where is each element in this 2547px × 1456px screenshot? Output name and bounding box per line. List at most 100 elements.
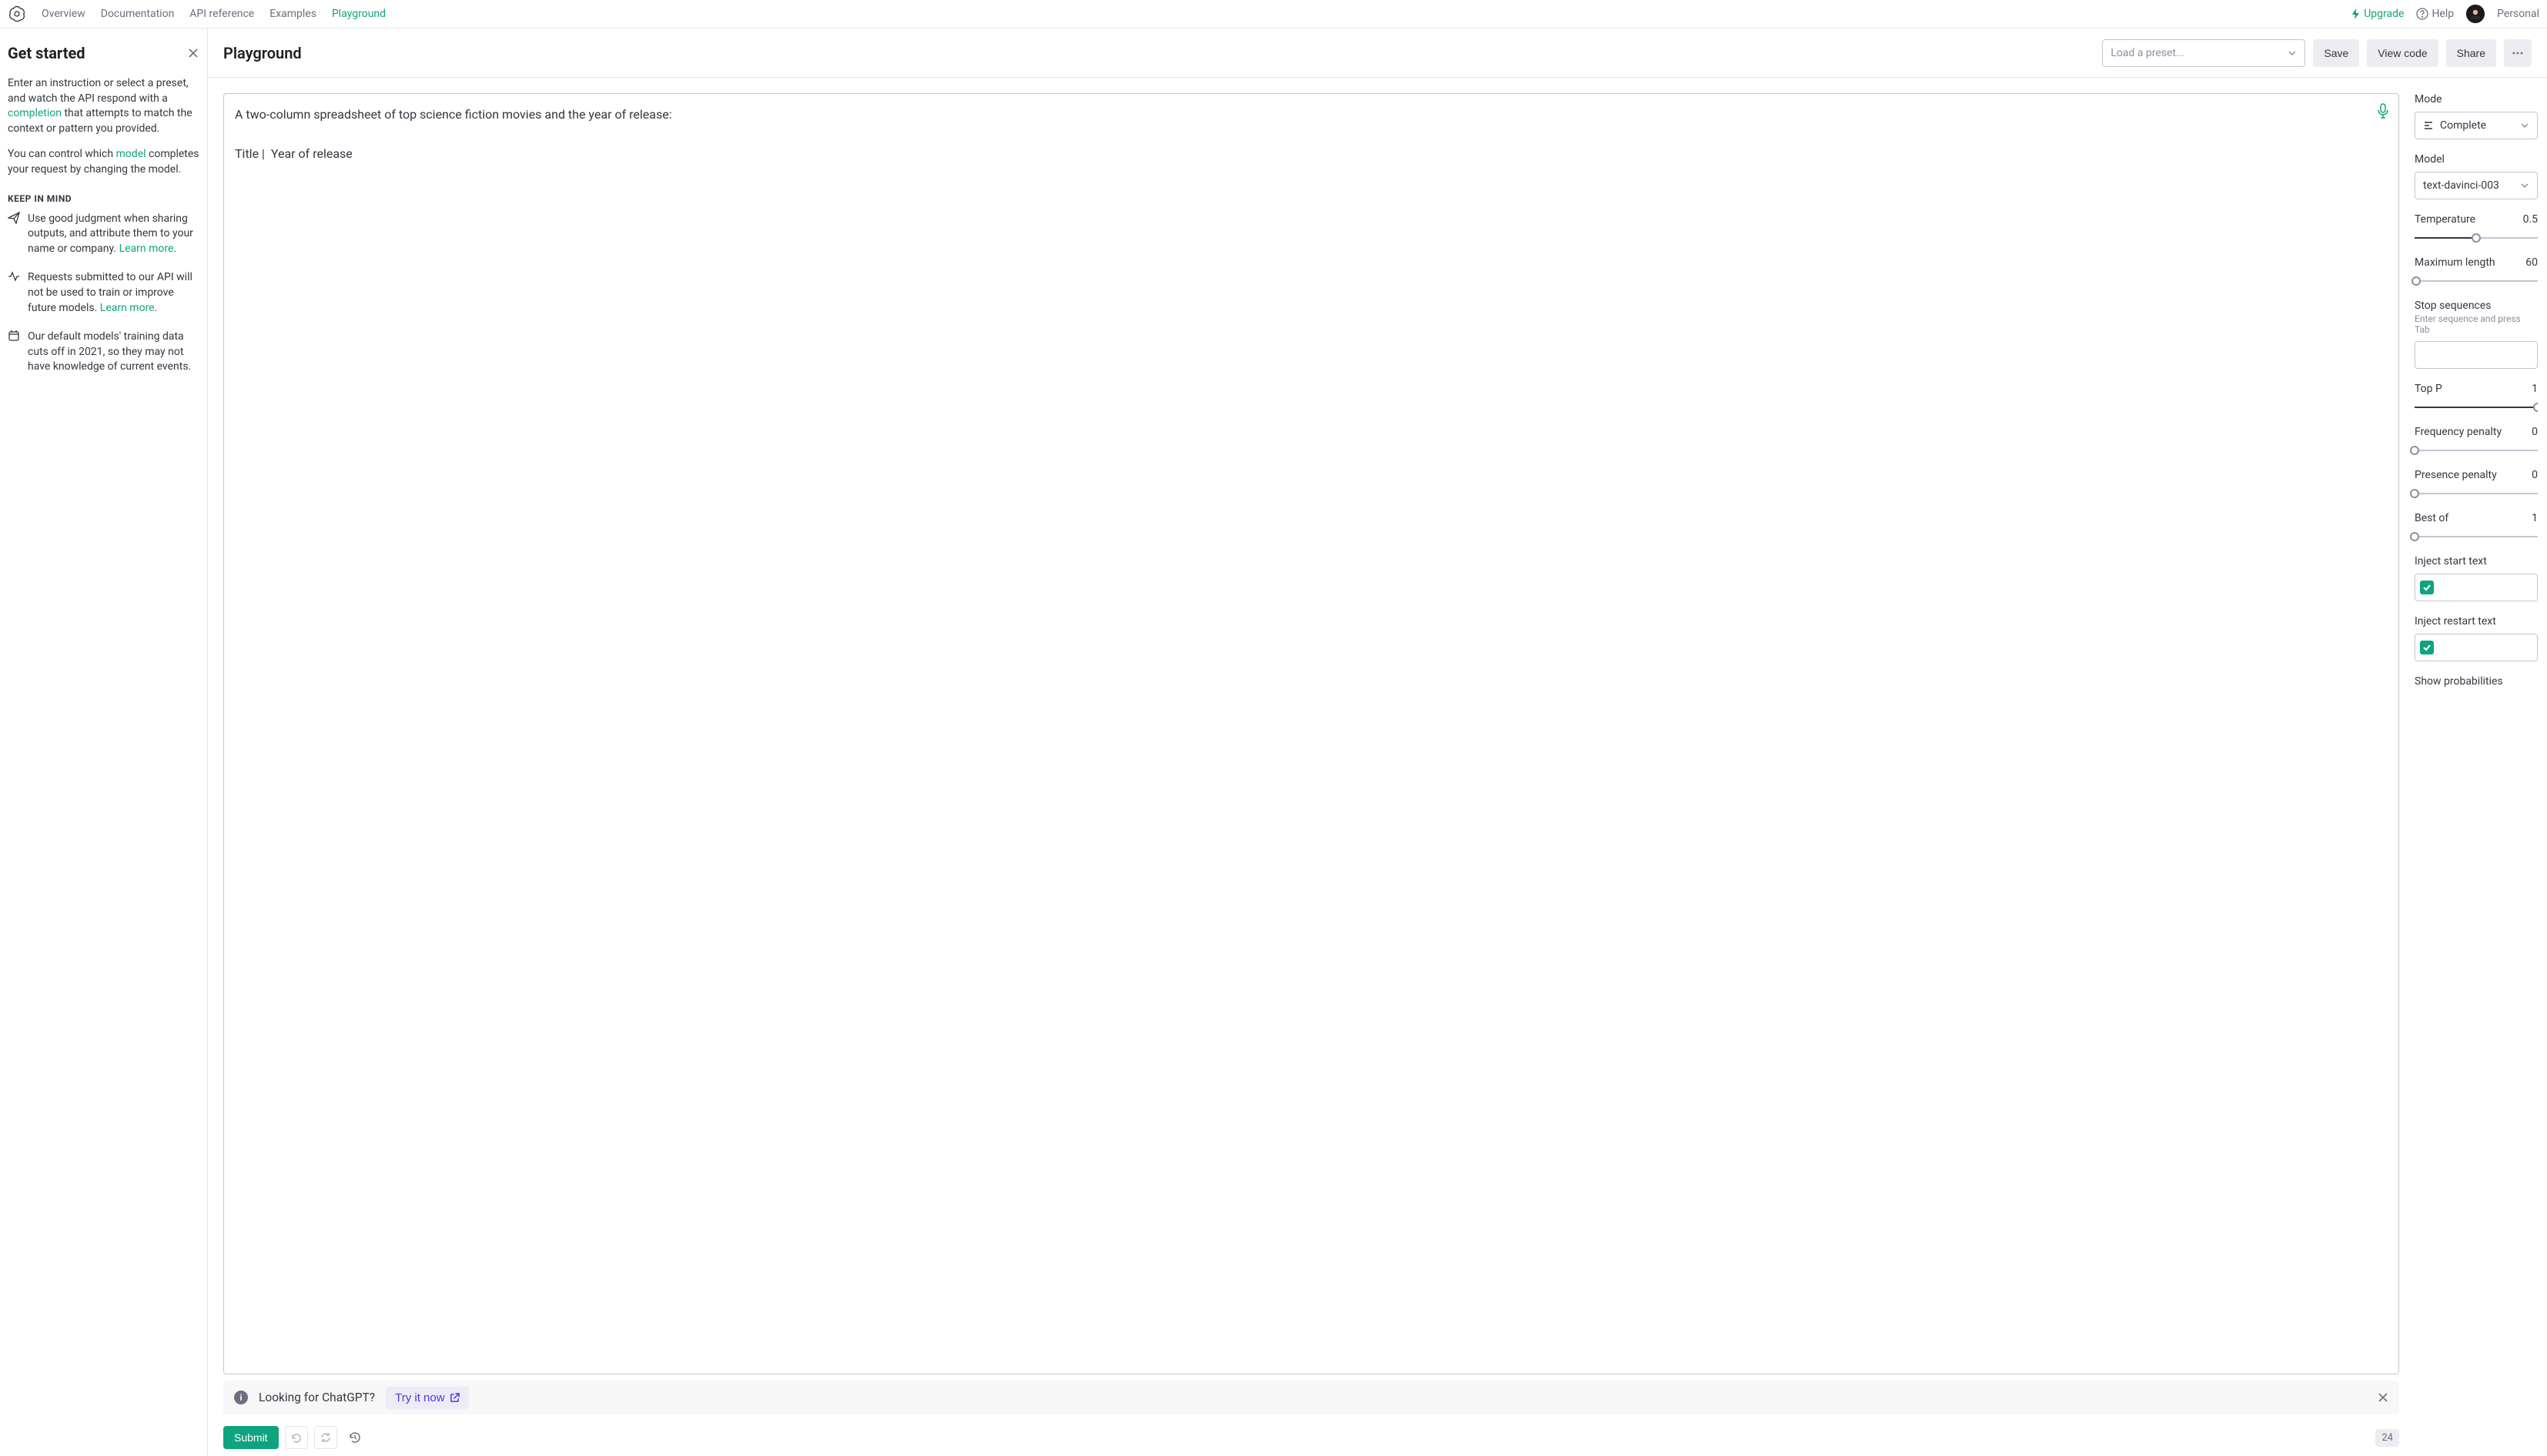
settings-panel: Mode Complete Model text-davinci-003 (2399, 93, 2538, 1451)
undo-icon (290, 1431, 303, 1444)
paper-plane-icon (8, 212, 20, 224)
model-link[interactable]: model (116, 148, 146, 160)
inject-restart-checkbox[interactable] (2420, 641, 2434, 654)
check-icon (2422, 583, 2432, 592)
microphone-icon (2377, 103, 2389, 119)
chevron-down-icon (2520, 181, 2529, 190)
max-length-slider[interactable] (2415, 276, 2538, 286)
activity-icon (8, 270, 20, 283)
tip-1: Use good judgment when sharing outputs, … (8, 212, 199, 257)
undo-button[interactable] (285, 1426, 308, 1449)
freq-penalty-label: Frequency penalty (2415, 426, 2502, 438)
inject-start-label: Inject start text (2415, 555, 2487, 567)
inject-start-checkbox[interactable] (2420, 581, 2434, 594)
help-label: Help (2432, 8, 2454, 20)
nav-overview[interactable]: Overview (42, 8, 85, 20)
temperature-value: 0.5 (2523, 213, 2538, 226)
save-button[interactable]: Save (2313, 39, 2359, 67)
view-code-button[interactable]: View code (2367, 39, 2438, 67)
temperature-label: Temperature (2415, 213, 2475, 226)
prompt-text: A two-column spreadsheet of top science … (235, 105, 2365, 164)
inject-start-input[interactable] (2415, 574, 2538, 601)
mode-select[interactable]: Complete (2415, 112, 2538, 139)
sidebar-para2: You can control which model completes yo… (8, 147, 199, 177)
avatar-icon (2466, 5, 2485, 23)
nav-api-reference[interactable]: API reference (189, 8, 254, 20)
nav-examples[interactable]: Examples (269, 8, 316, 20)
help-link[interactable]: Help (2416, 8, 2454, 20)
calendar-icon (8, 330, 20, 342)
share-button[interactable]: Share (2446, 39, 2496, 67)
profile-name[interactable]: Personal (2497, 8, 2539, 20)
max-length-value: 60 (2525, 256, 2538, 269)
best-of-label: Best of (2415, 512, 2448, 524)
show-probs-label: Show probabilities (2415, 675, 2503, 688)
pres-penalty-slider[interactable] (2415, 489, 2538, 498)
page-title: Playground (223, 44, 302, 62)
prompt-editor[interactable]: A two-column spreadsheet of top science … (223, 93, 2399, 1374)
temperature-slider[interactable] (2415, 233, 2538, 243)
close-sidebar-button[interactable] (187, 47, 199, 59)
model-value: text-davinci-003 (2423, 179, 2499, 192)
chevron-down-icon (2520, 121, 2529, 130)
try-it-now-button[interactable]: Try it now (386, 1387, 468, 1409)
learn-more-link[interactable]: Learn more (119, 243, 174, 255)
nav-playground[interactable]: Playground (332, 8, 386, 20)
completion-link[interactable]: completion (8, 107, 62, 119)
try-label: Try it now (395, 1391, 444, 1404)
chatgpt-banner: i Looking for ChatGPT? Try it now (223, 1381, 2399, 1414)
top-p-value: 1 (2532, 383, 2538, 395)
inject-restart-label: Inject restart text (2415, 615, 2496, 628)
upgrade-label: Upgrade (2364, 8, 2404, 20)
get-started-sidebar: Get started Enter an instruction or sele… (0, 28, 208, 1456)
submit-button[interactable]: Submit (223, 1426, 279, 1449)
close-icon (2378, 1392, 2388, 1403)
history-icon (348, 1431, 362, 1444)
mode-label: Mode (2415, 93, 2538, 105)
best-of-slider[interactable] (2415, 532, 2538, 541)
tip-3: Our default models' training data cuts o… (8, 330, 199, 375)
freq-penalty-slider[interactable] (2415, 446, 2538, 455)
preset-select[interactable]: Load a preset... (2102, 39, 2305, 67)
avatar[interactable] (2466, 5, 2485, 23)
top-nav: Overview Documentation API reference Exa… (0, 0, 2547, 28)
sidebar-intro: Enter an instruction or select a preset,… (8, 76, 199, 136)
banner-close-button[interactable] (2378, 1392, 2388, 1403)
mode-icon (2423, 120, 2434, 131)
pres-penalty-value: 0 (2532, 469, 2538, 481)
freq-penalty-value: 0 (2532, 426, 2538, 438)
top-p-slider[interactable] (2415, 403, 2538, 412)
history-button[interactable] (343, 1426, 366, 1449)
preset-placeholder: Load a preset... (2110, 47, 2184, 59)
check-icon (2422, 643, 2432, 652)
stop-input[interactable] (2415, 341, 2538, 369)
max-length-label: Maximum length (2415, 256, 2495, 269)
stop-label: Stop sequences (2415, 300, 2492, 312)
nav-documentation[interactable]: Documentation (101, 8, 175, 20)
microphone-button[interactable] (2377, 103, 2389, 119)
mode-value: Complete (2440, 119, 2486, 132)
top-p-label: Top P (2415, 383, 2442, 395)
external-link-icon (450, 1393, 460, 1403)
editor-footer: Submit 24 (223, 1424, 2399, 1451)
token-count: 24 (2375, 1429, 2399, 1447)
regenerate-button[interactable] (314, 1426, 337, 1449)
more-button[interactable] (2504, 39, 2532, 67)
pres-penalty-label: Presence penalty (2415, 469, 2497, 481)
refresh-icon (320, 1431, 332, 1444)
openai-logo-icon (8, 5, 26, 23)
tip-2: Requests submitted to our API will not b… (8, 270, 199, 316)
inject-restart-input[interactable] (2415, 634, 2538, 661)
upgrade-link[interactable]: Upgrade (2351, 8, 2404, 20)
info-icon: i (234, 1391, 248, 1404)
logo[interactable] (8, 5, 26, 23)
learn-more-link[interactable]: Learn more (100, 302, 155, 314)
nav-links: Overview Documentation API reference Exa… (42, 8, 386, 20)
chevron-down-icon (2288, 49, 2297, 58)
banner-text: Looking for ChatGPT? (259, 1391, 375, 1404)
model-label: Model (2415, 153, 2445, 166)
keep-in-mind-heading: KEEP IN MIND (8, 193, 199, 204)
stop-hint: Enter sequence and press Tab (2415, 313, 2538, 335)
playground-header: Playground Load a preset... Save View co… (208, 28, 2547, 78)
model-select[interactable]: text-davinci-003 (2415, 172, 2538, 199)
